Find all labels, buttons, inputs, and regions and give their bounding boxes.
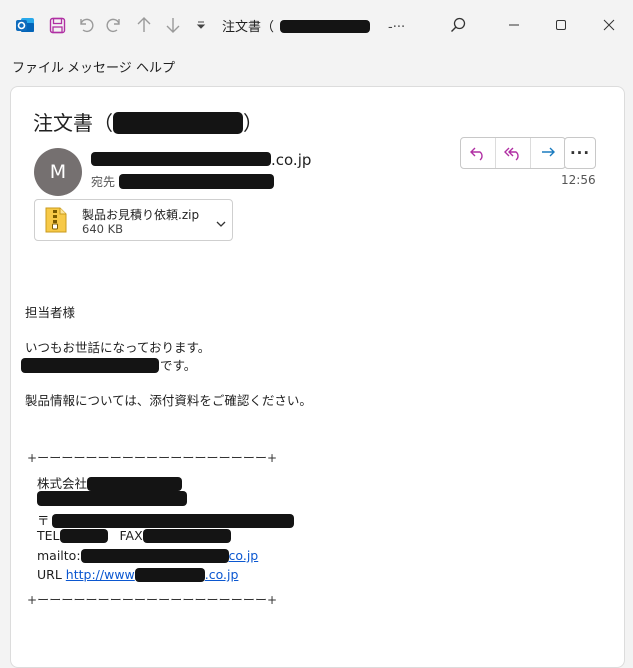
redacted-block — [51, 514, 294, 528]
avatar[interactable]: M — [34, 148, 82, 196]
redacted-block — [134, 568, 205, 582]
reply-all-icon[interactable] — [496, 138, 531, 168]
menu-help[interactable]: ヘルプ — [136, 57, 175, 76]
redacted-block — [280, 20, 371, 33]
tel-label: TEL — [37, 528, 60, 543]
redacted-block — [113, 112, 243, 134]
redacted-block — [142, 529, 231, 543]
undo-icon[interactable] — [76, 12, 96, 38]
minimize-icon[interactable] — [499, 12, 529, 38]
title-bar: 注文書（ -··· — [0, 0, 633, 50]
body-line: です。 — [21, 355, 196, 374]
signature-mail: mailto: co.jp — [37, 548, 258, 563]
mail-link[interactable]: co.jp — [229, 548, 259, 563]
attachment-card[interactable]: 製品お見積り依頼.zip 640 KB — [34, 199, 233, 241]
attachment-name: 製品お見積り依頼.zip — [82, 208, 200, 222]
arrow-up-icon[interactable] — [134, 12, 154, 38]
outlook-icon — [14, 12, 36, 38]
recipient-line: 宛先 — [91, 173, 275, 190]
redacted-block — [80, 549, 229, 563]
subject-suffix: ） — [243, 111, 263, 135]
signature-url: URL http://www .co.jp — [37, 567, 238, 582]
reply-actions — [460, 137, 566, 169]
close-icon[interactable] — [594, 12, 624, 38]
window-title-prefix: 注文書（ — [222, 20, 275, 35]
url-link-prefix[interactable]: http://www — [66, 567, 135, 582]
chevron-down-icon[interactable] — [215, 214, 227, 233]
signature-border: +ーーーーーーーーーーーーーーーーーーー+ — [27, 593, 278, 607]
redo-icon[interactable] — [104, 12, 124, 38]
url-label: URL — [37, 567, 62, 582]
body-line: 製品情報については、添付資料をご確認ください。 — [25, 393, 312, 408]
redacted-block — [21, 358, 159, 373]
received-time: 12:56 — [561, 173, 596, 187]
window-title-suffix: -··· — [388, 20, 406, 35]
attachment-size: 640 KB — [82, 222, 124, 236]
more-icon[interactable]: ··· — [564, 137, 596, 169]
url-link-suffix[interactable]: .co.jp — [205, 567, 239, 582]
fax-label: FAX — [119, 528, 143, 543]
signature-company: 株式会社 — [37, 473, 183, 492]
body-greeting: 担当者様 — [25, 305, 76, 320]
quick-access-dropdown-icon[interactable] — [194, 12, 208, 38]
sender-domain: .co.jp — [271, 151, 312, 169]
postal-mark: 〒 — [37, 513, 50, 528]
company-prefix: 株式会社 — [37, 476, 88, 491]
arrow-down-icon[interactable] — [163, 12, 183, 38]
redacted-block — [87, 477, 183, 491]
menu-file[interactable]: ファイル — [12, 57, 64, 76]
redacted-block — [119, 174, 275, 189]
forward-icon[interactable] — [531, 138, 565, 168]
signature-department — [37, 491, 187, 509]
reply-icon[interactable] — [461, 138, 496, 168]
redacted-block — [91, 152, 271, 166]
signature-border: +ーーーーーーーーーーーーーーーーーーー+ — [27, 451, 278, 465]
zip-file-icon — [44, 207, 68, 237]
subject-prefix: 注文書（ — [33, 111, 113, 135]
window-title: 注文書（ -··· — [222, 16, 405, 35]
mailto-label: mailto: — [37, 548, 81, 563]
to-label: 宛先 — [91, 175, 116, 189]
redacted-block — [37, 491, 187, 506]
redacted-block — [59, 529, 108, 543]
save-icon[interactable] — [47, 12, 67, 38]
signature-tel-fax: TEL FAX — [37, 528, 231, 543]
menu-message[interactable]: メッセージ — [67, 57, 132, 76]
signature-address: 〒 — [37, 510, 294, 529]
message-pane: 注文書（ ） M .co.jp 宛先 ··· 12:56 製品お見積り依頼.zip… — [10, 86, 625, 668]
sender-address[interactable]: .co.jp — [91, 151, 311, 169]
body-line2-suffix: です。 — [160, 358, 197, 373]
search-icon[interactable] — [448, 12, 468, 38]
body-line: いつもお世話になっております。 — [25, 340, 211, 355]
maximize-icon[interactable] — [546, 12, 576, 38]
email-subject: 注文書（ ） — [33, 107, 263, 136]
